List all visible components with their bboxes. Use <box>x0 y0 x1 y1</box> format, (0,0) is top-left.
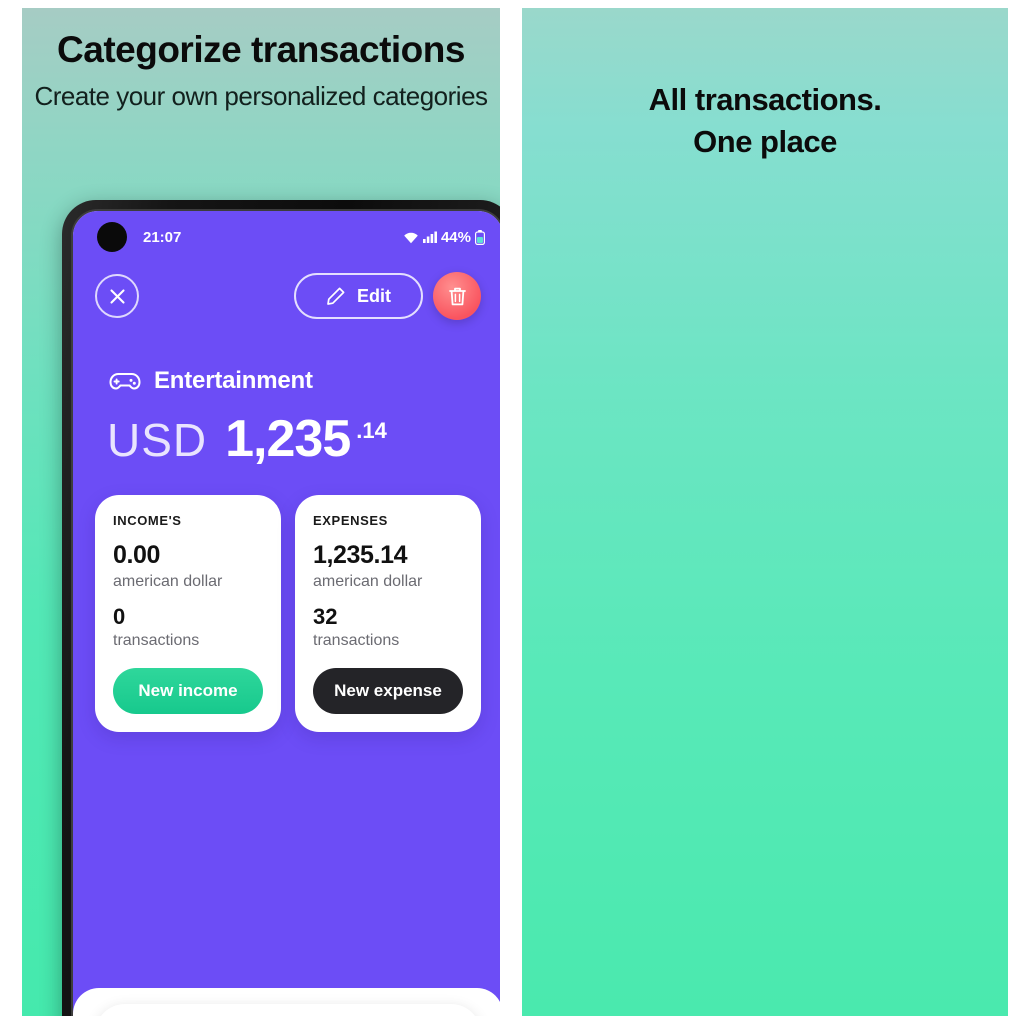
category-detail-screen: 21:07 44% Edit Entertainment USD 1,235 .… <box>73 211 500 1016</box>
summary-cards: INCOME'S 0.00 american dollar 0 transact… <box>73 469 500 732</box>
transactions-sheet: ‹ June <box>73 988 500 1016</box>
detail-toolbar: Edit <box>73 263 500 329</box>
edit-button-label: Edit <box>357 285 391 306</box>
right-promo-panel: All transactions. One place 21:07 <box>522 8 1008 1016</box>
camera-punch-hole <box>97 222 127 252</box>
left-subheadline: Create your own personalized categories <box>34 81 488 111</box>
expense-count: 32 <box>313 604 338 629</box>
phone-bezel: 21:07 44% Edit Entertainment USD 1,235 .… <box>71 209 500 1016</box>
trash-icon <box>448 286 467 307</box>
close-button[interactable] <box>95 274 139 318</box>
expense-count-sub: transactions <box>313 632 400 649</box>
month-navigator: ‹ June <box>95 1004 481 1016</box>
status-battery-percent: 44% <box>440 228 471 246</box>
balance-whole: 1,235 <box>225 410 351 468</box>
income-count: 0 <box>113 604 126 629</box>
left-headline: Categorize transactions <box>57 29 465 70</box>
new-income-label: New income <box>138 681 238 700</box>
delete-button[interactable] <box>433 272 481 320</box>
pencil-icon <box>326 286 346 306</box>
income-amount-sub: american dollar <box>113 573 223 590</box>
income-card-title: INCOME'S <box>113 513 182 528</box>
left-phone-screen: 21:07 44% Edit Entertainment USD 1,235 .… <box>73 211 500 1016</box>
category-header: Entertainment <box>73 329 500 395</box>
income-card: INCOME'S 0.00 american dollar 0 transact… <box>95 495 281 732</box>
category-balance: USD 1,235 .14 <box>73 395 500 469</box>
balance-decimals: .14 <box>356 418 387 443</box>
right-headline-line2: One place <box>693 124 837 159</box>
status-bar: 21:07 44% <box>73 211 500 263</box>
expense-amount-sub: american dollar <box>313 573 423 590</box>
new-expense-button[interactable]: New expense <box>313 668 463 714</box>
status-time: 21:07 <box>143 228 182 246</box>
battery-icon <box>475 229 485 245</box>
right-headline-line1: All transactions. <box>648 82 882 117</box>
expense-card-title: EXPENSES <box>313 513 388 528</box>
income-count-sub: transactions <box>113 632 200 649</box>
promo-screenshot: Categorize transactions Create your own … <box>0 0 1024 1024</box>
left-promo-panel: Categorize transactions Create your own … <box>22 8 500 1016</box>
edit-button[interactable]: Edit <box>294 273 423 319</box>
signal-icon <box>422 231 437 243</box>
new-income-button[interactable]: New income <box>113 668 263 714</box>
gamepad-icon <box>109 370 141 393</box>
balance-currency: USD <box>107 414 208 466</box>
expense-amount: 1,235.14 <box>313 541 408 569</box>
wifi-icon <box>403 231 419 244</box>
left-phone-mockup: 21:07 44% Edit Entertainment USD 1,235 .… <box>62 200 500 1016</box>
category-name: Entertainment <box>154 367 313 394</box>
income-amount: 0.00 <box>113 541 161 569</box>
new-expense-label: New expense <box>334 681 442 700</box>
expense-card: EXPENSES 1,235.14 american dollar 32 tra… <box>295 495 481 732</box>
